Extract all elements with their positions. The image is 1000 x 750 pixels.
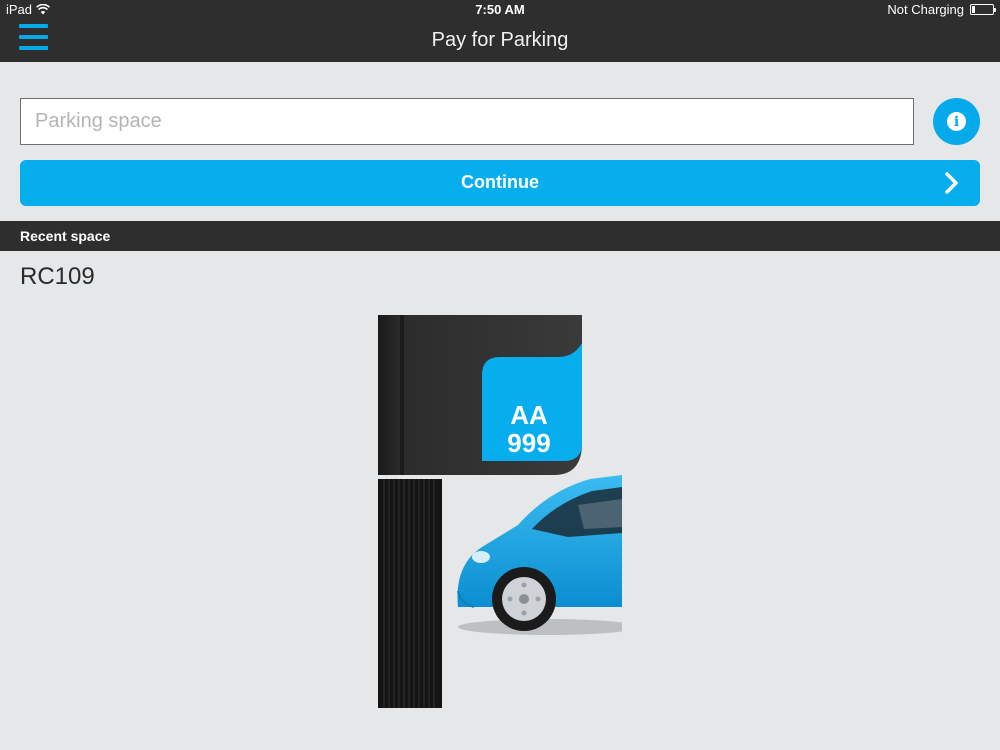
- continue-button[interactable]: Continue: [20, 160, 980, 206]
- recent-space-item[interactable]: RC109: [20, 263, 95, 291]
- parking-illustration: AA 999: [378, 315, 638, 708]
- plate-line-1: AA: [510, 400, 548, 430]
- license-plate-text: AA 999: [484, 401, 574, 457]
- status-time: 7:50 AM: [475, 2, 525, 17]
- info-button[interactable]: i: [933, 98, 980, 145]
- plate-line-2: 999: [507, 428, 551, 458]
- continue-label: Continue: [461, 172, 539, 192]
- top-bar: iPad 7:50 AM Not Charging Pay for Parkin…: [0, 0, 1000, 62]
- page-title: Pay for Parking: [431, 29, 569, 51]
- info-icon: i: [947, 112, 966, 131]
- status-right: Not Charging: [887, 2, 996, 17]
- battery-status: Not Charging: [887, 2, 964, 17]
- parking-space-input[interactable]: [20, 98, 914, 145]
- parking-meter-car-image: [378, 315, 638, 708]
- chevron-right-icon: [945, 172, 958, 194]
- battery-icon: [970, 4, 996, 15]
- recent-space-header: Recent space: [0, 221, 1000, 251]
